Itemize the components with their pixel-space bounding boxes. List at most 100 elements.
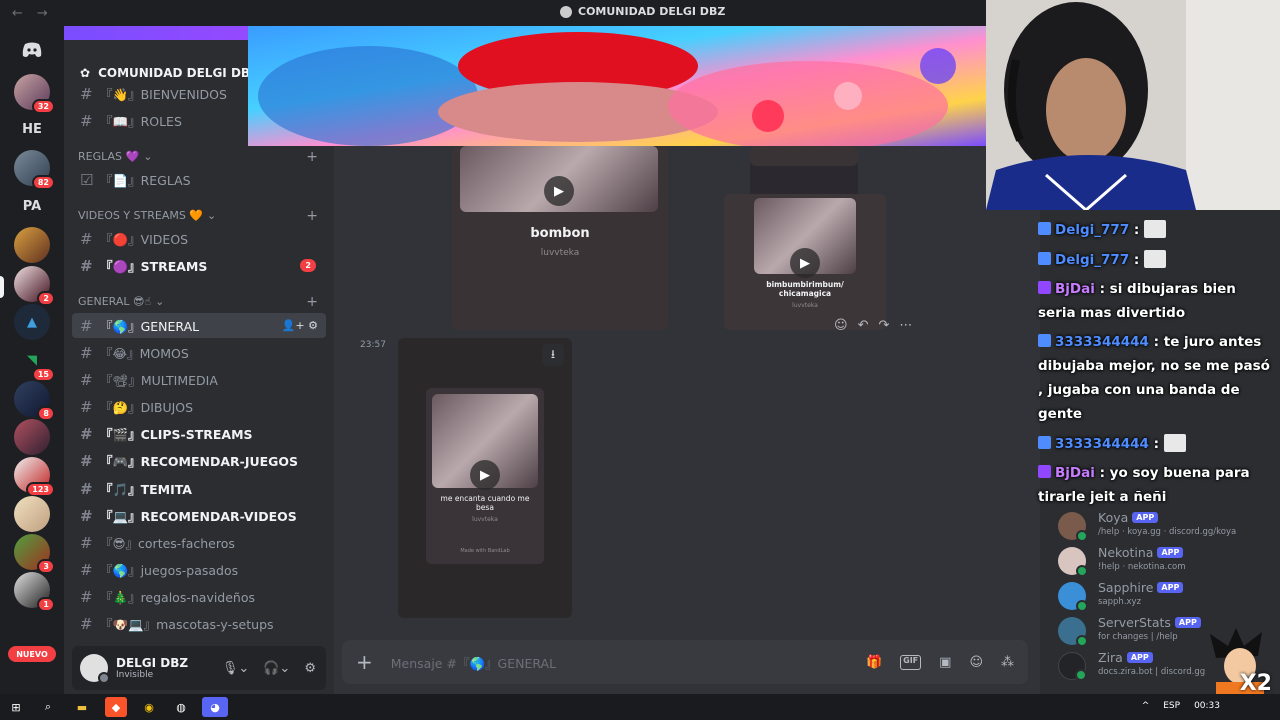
- user-panel: DELGI DBZ Invisible 🎙⌄ 🎧⌄ ⚙: [72, 646, 326, 690]
- add-attachment-icon[interactable]: +: [356, 650, 373, 674]
- channel-multimedia[interactable]: # 『📽』MULTIMEDIA: [72, 367, 326, 392]
- channel-mascotas-y-setups[interactable]: # 『🐶💻』mascotas-y-setups: [72, 611, 326, 636]
- gift-icon[interactable]: 🎁: [866, 655, 882, 670]
- server-avatar[interactable]: 123: [14, 457, 55, 497]
- server-avatar[interactable]: ◥ 15: [14, 342, 55, 382]
- channel-recomendar-juegos[interactable]: # 『🎮』RECOMENDAR-JUEGOS: [72, 448, 326, 473]
- member-status: /help · koya.gg · discord.gg/koya: [1098, 527, 1237, 537]
- hash-icon: #: [80, 370, 93, 389]
- video-attachment[interactable]: ⭳ ▶ me encanta cuando me besa luvvteka M…: [398, 338, 572, 618]
- stream-chat-message: Delgi_777 :: [1038, 218, 1274, 242]
- guild-header[interactable]: ✿ COMUNIDAD DELGI DBZ: [80, 66, 259, 80]
- server-avatar[interactable]: ▲: [14, 304, 50, 340]
- discord-taskbar-icon[interactable]: ◕: [202, 697, 228, 717]
- server-avatar[interactable]: 8: [14, 381, 55, 421]
- channel-momos[interactable]: # 『😂』MOMOS: [72, 340, 326, 365]
- video-card: ▶ me encanta cuando me besa luvvteka Mad…: [426, 388, 544, 564]
- invite-settings-icons[interactable]: 👤+ ⚙: [282, 319, 318, 332]
- category-general[interactable]: GENERAL 😎☝ ⌄ +: [78, 294, 318, 310]
- server-avatar[interactable]: 3: [14, 534, 55, 574]
- webcam-image: [986, 0, 1280, 210]
- new-badge[interactable]: NUEVO: [8, 646, 56, 662]
- server-avatar[interactable]: [14, 227, 50, 263]
- server-avatar[interactable]: 82: [14, 150, 55, 190]
- channel-cortes-facheros[interactable]: # 『😎』cortes-facheros: [72, 530, 326, 555]
- search-icon[interactable]: ⌕: [37, 697, 59, 717]
- add-reaction-icon[interactable]: ☺: [834, 318, 848, 333]
- channel-general[interactable]: # 『🌎』GENERAL 👤+ ⚙: [72, 313, 326, 338]
- play-icon[interactable]: ▶: [544, 176, 574, 206]
- language-indicator[interactable]: ESP: [1163, 701, 1180, 711]
- more-icon[interactable]: ⋯: [899, 318, 912, 333]
- clock[interactable]: 00:33: [1194, 701, 1220, 711]
- hash-icon: #: [80, 560, 93, 579]
- mention-badge: 2: [300, 259, 316, 272]
- brave-icon[interactable]: ◆: [105, 697, 127, 717]
- category-reglas[interactable]: REGLAS 💜 ⌄ +: [78, 149, 318, 165]
- video-attachment[interactable]: ▶ bombon luvvteka: [452, 146, 668, 330]
- video-attachment[interactable]: ▶ bimbumbirimbum/ chicamagica luvvteka: [724, 194, 886, 330]
- server-avatar[interactable]: [14, 496, 50, 532]
- hash-icon: #: [80, 256, 93, 275]
- channel-reglas[interactable]: ☑ 『📄』REGLAS: [72, 167, 326, 192]
- server-avatar[interactable]: HE: [14, 111, 50, 147]
- windows-start-icon[interactable]: ⊞: [5, 697, 27, 717]
- server-avatar[interactable]: 1: [14, 572, 55, 612]
- stream-chat-message: Delgi_777 :: [1038, 248, 1274, 272]
- avatar: [1058, 582, 1088, 612]
- bandlab-brand: Made with BandLab: [460, 548, 510, 554]
- channel-juegos-pasados[interactable]: # 『🌎』juegos-pasados: [72, 557, 326, 582]
- gear-icon[interactable]: ⚙: [304, 661, 316, 676]
- server-avatar[interactable]: 2: [14, 266, 55, 306]
- category-videos-streams[interactable]: VIDEOS Y STREAMS 🧡 ⌄ +: [78, 208, 318, 224]
- channel-temita[interactable]: # 『🎵』TEMITA: [72, 476, 326, 501]
- discord-home-icon[interactable]: [14, 32, 50, 68]
- chevron-up-icon[interactable]: ^: [1142, 701, 1150, 711]
- emoji-icon[interactable]: ☺: [969, 655, 983, 670]
- channel-clips-streams[interactable]: # 『🎬』CLIPS-STREAMS: [72, 421, 326, 446]
- message-timestamp: 23:57: [360, 340, 386, 350]
- system-tray: ^ ESP 00:33: [1142, 701, 1220, 711]
- add-channel-icon[interactable]: +: [306, 208, 318, 224]
- chrome-icon[interactable]: ◉: [138, 697, 160, 717]
- forward-arrow-icon[interactable]: →: [37, 6, 48, 21]
- microphone-icon[interactable]: 🎙⌄: [222, 661, 249, 676]
- channel-videos[interactable]: # 『🔴』VIDEOS: [72, 226, 326, 251]
- member-item[interactable]: Nekotina APP !help · nekotina.com: [1058, 543, 1278, 577]
- server-avatar[interactable]: 32: [14, 74, 55, 114]
- member-status: sapph.xyz: [1098, 597, 1142, 607]
- server-avatar[interactable]: [14, 419, 50, 455]
- channel-recomendar-videos[interactable]: # 『💻』RECOMENDAR-VIDEOS: [72, 503, 326, 528]
- avatar[interactable]: [80, 654, 110, 684]
- screen: ← → COMUNIDAD DELGI DBZ 32 HE 82 PA 2 ▲ …: [0, 0, 1280, 720]
- user-controls: 🎙⌄ 🎧⌄ ⚙: [222, 661, 316, 676]
- avatar: [1058, 617, 1088, 647]
- member-name: Nekotina APP: [1098, 545, 1184, 560]
- add-channel-icon[interactable]: +: [306, 149, 318, 165]
- badge-icon: [1038, 252, 1051, 265]
- back-arrow-icon[interactable]: ←: [12, 6, 23, 21]
- channel-streams[interactable]: # 『🟣』STREAMS 2: [72, 253, 326, 278]
- obs-icon[interactable]: ◍: [170, 697, 192, 717]
- file-explorer-icon[interactable]: ▬: [71, 697, 93, 717]
- member-item[interactable]: Koya APP /help · koya.gg · discord.gg/koy…: [1058, 508, 1278, 542]
- message-input[interactable]: Mensaje #『🌎』GENERAL: [391, 653, 556, 672]
- member-item[interactable]: Sapphire APP sapph.xyz: [1058, 578, 1278, 612]
- avatar: [1058, 547, 1088, 577]
- stream-banner-image: [248, 26, 986, 146]
- server-avatar[interactable]: PA: [14, 188, 50, 224]
- channel-regalos-navidenos[interactable]: # 『🎄』regalos-navideños: [72, 584, 326, 609]
- video-artist: luvvteka: [792, 302, 818, 309]
- play-icon[interactable]: ▶: [790, 248, 820, 278]
- badge-icon: [1038, 436, 1051, 449]
- play-icon[interactable]: ▶: [470, 460, 500, 490]
- reply-icon[interactable]: ↶: [858, 318, 869, 333]
- channel-dibujos[interactable]: # 『🤔』DIBUJOS: [72, 394, 326, 419]
- add-channel-icon[interactable]: +: [306, 294, 318, 310]
- sticker-icon[interactable]: ▣: [939, 655, 951, 670]
- headphones-icon[interactable]: 🎧⌄: [263, 661, 290, 676]
- gif-icon[interactable]: GIF: [900, 654, 922, 670]
- download-icon[interactable]: ⭳: [542, 344, 564, 366]
- forward-icon[interactable]: ↷: [878, 318, 889, 333]
- apps-icon[interactable]: ⁂: [1001, 655, 1014, 670]
